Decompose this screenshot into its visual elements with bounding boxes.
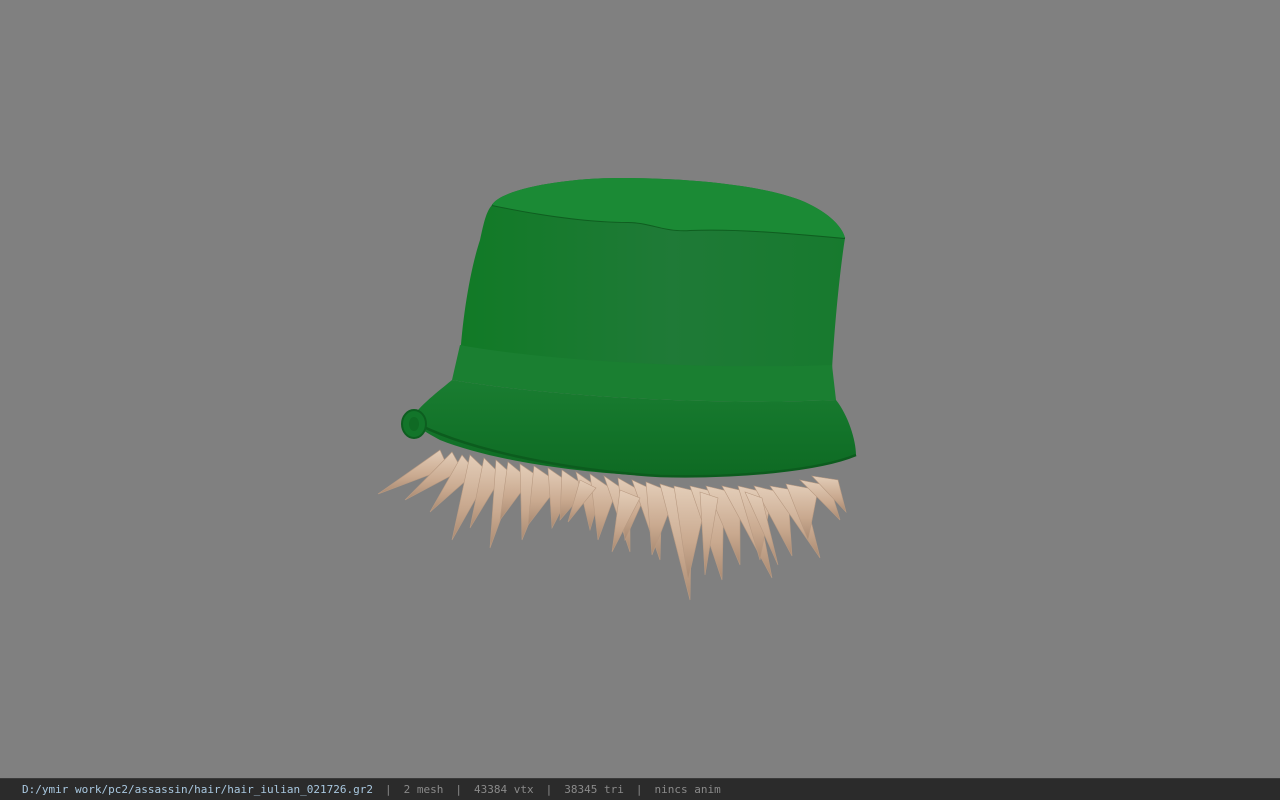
file-path-label: D:/ymir work/pc2/assassin/hair/hair_iuli… [22, 783, 373, 796]
separator: | [635, 783, 643, 796]
3d-viewport[interactable] [0, 0, 1280, 778]
animation-status: nincs anim [654, 783, 721, 796]
model-render [377, 178, 857, 601]
separator: | [455, 783, 462, 796]
status-bar: D:/ymir work/pc2/assassin/hair/hair_iuli… [0, 778, 1280, 800]
hat-mesh [401, 178, 857, 478]
mesh-count: 2 mesh [403, 783, 444, 796]
separator: | [385, 783, 392, 796]
hat-loop-hole [409, 417, 419, 431]
vertex-count: 43384 vtx [474, 783, 534, 796]
triangle-count: 38345 tri [564, 783, 624, 796]
separator: | [545, 783, 553, 796]
